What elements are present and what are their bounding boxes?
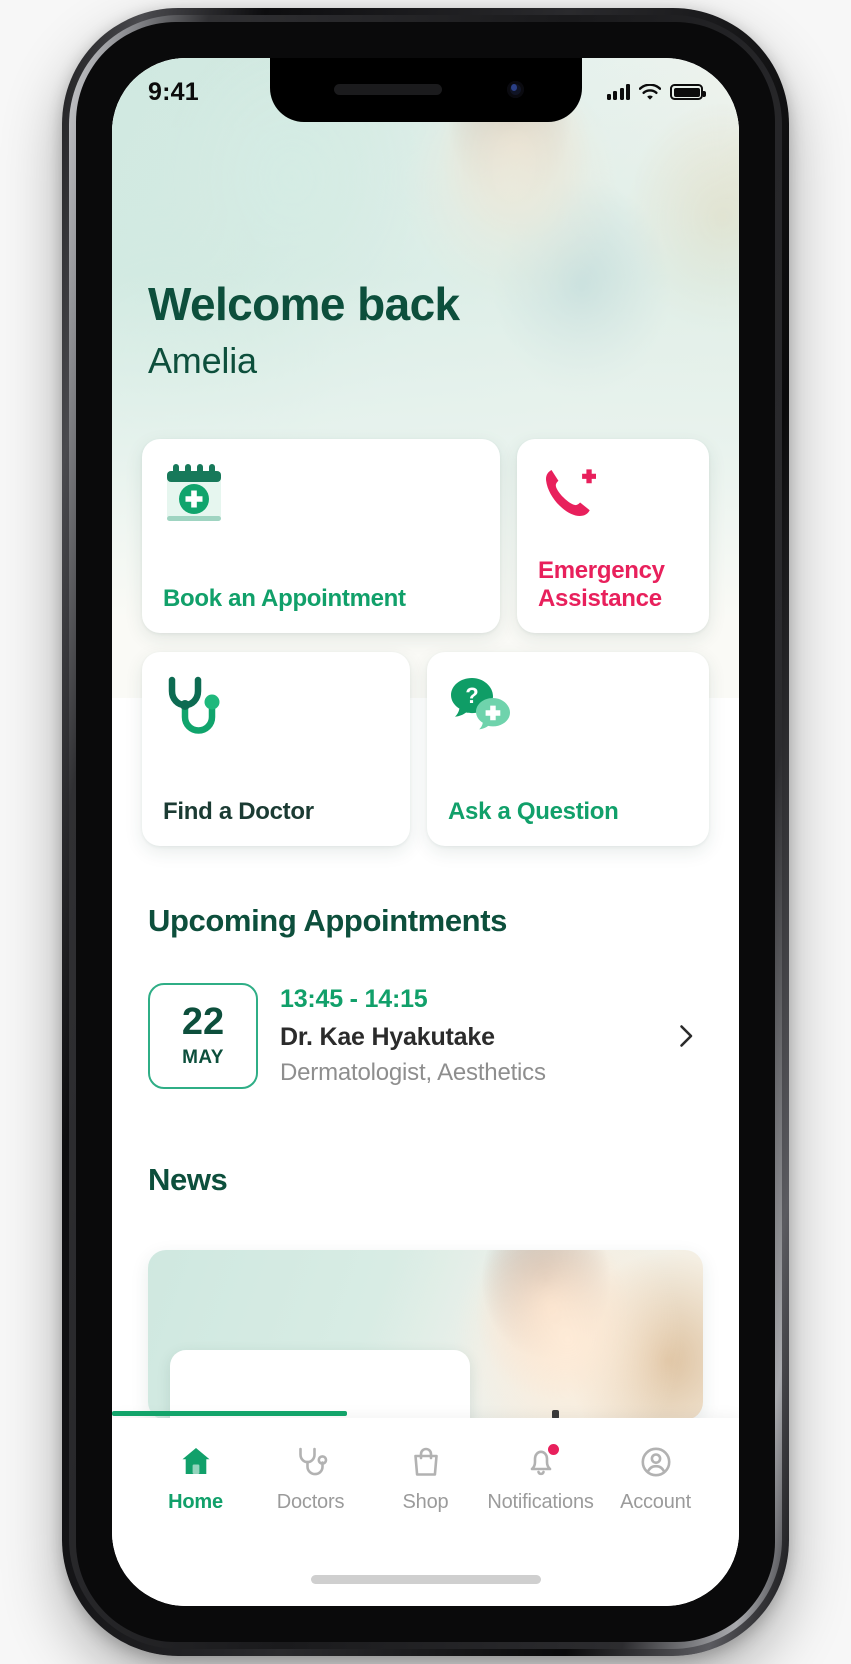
- card-emergency-assistance[interactable]: Emergency Assistance: [517, 439, 709, 633]
- quick-actions-row-1: Book an Appointment Emergency Assistance: [142, 439, 709, 633]
- stethoscope-icon: [163, 674, 389, 746]
- calendar-plus-icon: [163, 461, 479, 533]
- user-name: Amelia: [148, 340, 257, 382]
- greeting-title: Welcome back: [148, 278, 460, 330]
- tab-home[interactable]: Home: [138, 1444, 253, 1514]
- upcoming-appointments-title: Upcoming Appointments: [148, 903, 507, 938]
- battery-full-icon: [670, 84, 706, 100]
- chevron-right-icon[interactable]: [673, 1023, 699, 1049]
- quick-actions-grid: Book an Appointment Emergency Assistance…: [112, 439, 739, 846]
- card-ask-question-label: Ask a Question: [448, 798, 619, 826]
- news-section: News: [112, 1162, 739, 1198]
- tab-doctors-label: Doctors: [276, 1491, 345, 1513]
- card-find-doctor-label: Find a Doctor: [163, 798, 314, 826]
- appointment-doctor-name: Dr. Kae Hyakutake: [280, 1023, 495, 1051]
- quick-actions-row-2: Find a Doctor ? Ask a Question: [142, 652, 709, 846]
- appointment-time: 13:45 - 14:15: [280, 985, 428, 1013]
- appointment-day: 22: [181, 1001, 225, 1043]
- tab-home-label: Home: [168, 1491, 223, 1513]
- status-bar-time: 9:41: [148, 77, 199, 106]
- cellular-signal-icon: [606, 84, 630, 100]
- phone-screen: Welcome back Amelia Book an Appointment …: [112, 58, 739, 1606]
- phone-plus-icon: [538, 461, 688, 533]
- appointment-month: MAY: [182, 1047, 224, 1068]
- tab-shop[interactable]: Shop: [368, 1444, 483, 1514]
- home-icon: [178, 1444, 214, 1480]
- upcoming-appointments-section: Upcoming Appointments 22 MAY 13:45 - 14:…: [112, 903, 739, 1089]
- appointment-row[interactable]: 22 MAY 13:45 - 14:15 Dr. Kae Hyakutake D…: [148, 983, 703, 1089]
- card-find-doctor[interactable]: Find a Doctor: [142, 652, 410, 846]
- user-circle-icon: [638, 1444, 674, 1480]
- news-title: News: [148, 1162, 228, 1197]
- card-book-appointment-label: Book an Appointment: [163, 585, 406, 613]
- tab-account-label: Account: [620, 1491, 691, 1513]
- device-notch: [269, 58, 582, 122]
- news-card-accent-bar: [112, 1411, 347, 1416]
- home-indicator[interactable]: [310, 1575, 541, 1584]
- wifi-icon: [638, 83, 662, 100]
- front-camera: [506, 81, 524, 98]
- appointment-details: 13:45 - 14:15 Dr. Kae Hyakutake Dermatol…: [280, 985, 651, 1087]
- appointment-date-box: 22 MAY: [148, 983, 258, 1089]
- news-card-content-panel: [170, 1350, 470, 1420]
- earpiece-speaker: [333, 84, 442, 95]
- bell-icon: [523, 1442, 561, 1480]
- appointment-specialty: Dermatologist, Aesthetics: [280, 1059, 546, 1086]
- stethoscope-icon: [293, 1444, 329, 1480]
- chat-question-icon: ?: [448, 674, 688, 746]
- tab-shop-label: Shop: [402, 1491, 449, 1513]
- tab-account[interactable]: Account: [598, 1444, 713, 1514]
- bottom-tab-bar: Home Doctors Shop Notifications Account: [112, 1418, 739, 1606]
- shopping-bag-icon: [408, 1444, 444, 1480]
- welcome-block: Welcome back Amelia: [112, 280, 739, 382]
- tab-doctors[interactable]: Doctors: [253, 1444, 368, 1514]
- card-ask-question[interactable]: ? Ask a Question: [427, 652, 709, 846]
- screenshot-stage: Welcome back Amelia Book an Appointment …: [0, 0, 851, 1664]
- news-card[interactable]: [148, 1250, 703, 1420]
- tab-notifications[interactable]: Notifications: [483, 1442, 598, 1514]
- card-emergency-assistance-label: Emergency Assistance: [538, 557, 665, 613]
- tab-list: Home Doctors Shop Notifications Account: [112, 1418, 739, 1514]
- svg-text:?: ?: [465, 683, 478, 708]
- tab-notifications-label: Notifications: [487, 1491, 594, 1513]
- status-bar-indicators: [606, 83, 706, 100]
- card-book-appointment[interactable]: Book an Appointment: [142, 439, 500, 633]
- app-root: Welcome back Amelia Book an Appointment …: [112, 58, 739, 1606]
- phone-device-frame: Welcome back Amelia Book an Appointment …: [62, 8, 789, 1656]
- notification-badge: [545, 1442, 561, 1457]
